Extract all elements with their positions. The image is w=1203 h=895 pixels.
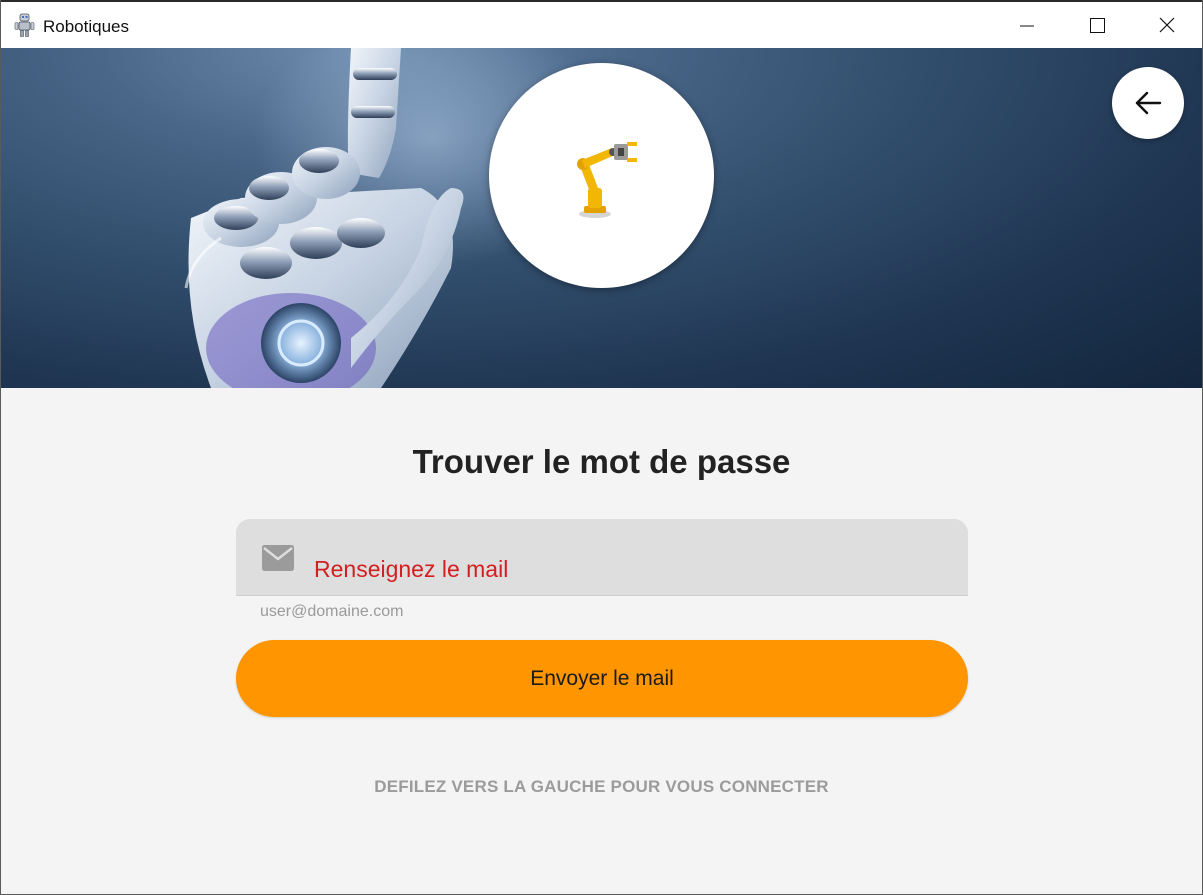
maximize-button[interactable] (1062, 2, 1132, 48)
email-underline (236, 595, 968, 596)
close-button[interactable] (1132, 2, 1202, 48)
app-window: Robotiques Trouver le mot de passe Rense… (0, 0, 1203, 895)
close-icon (1159, 17, 1175, 33)
maximize-icon (1089, 17, 1105, 33)
arrow-left-icon (1135, 91, 1162, 115)
email-input[interactable] (236, 519, 968, 596)
title-bar: Robotiques (1, 0, 1202, 48)
send-mail-button[interactable]: Envoyer le mail (236, 640, 968, 717)
app-logo (489, 63, 714, 288)
back-button[interactable] (1112, 67, 1184, 139)
page-title: Trouver le mot de passe (412, 443, 791, 480)
robot-arm-icon (576, 141, 637, 218)
robot-app-icon (14, 13, 35, 37)
hero-banner (1, 48, 1202, 388)
window-title: Robotiques (43, 17, 130, 36)
minimize-icon (1020, 25, 1034, 27)
email-helper-text: user@domaine.com (260, 603, 404, 620)
minimize-button[interactable] (992, 2, 1062, 48)
swipe-hint: DEFILEZ VERS LA GAUCHE POUR VOUS CONNECT… (374, 777, 829, 796)
email-field[interactable]: Renseignez le mail (236, 519, 968, 596)
robot-hand-image (184, 48, 464, 388)
